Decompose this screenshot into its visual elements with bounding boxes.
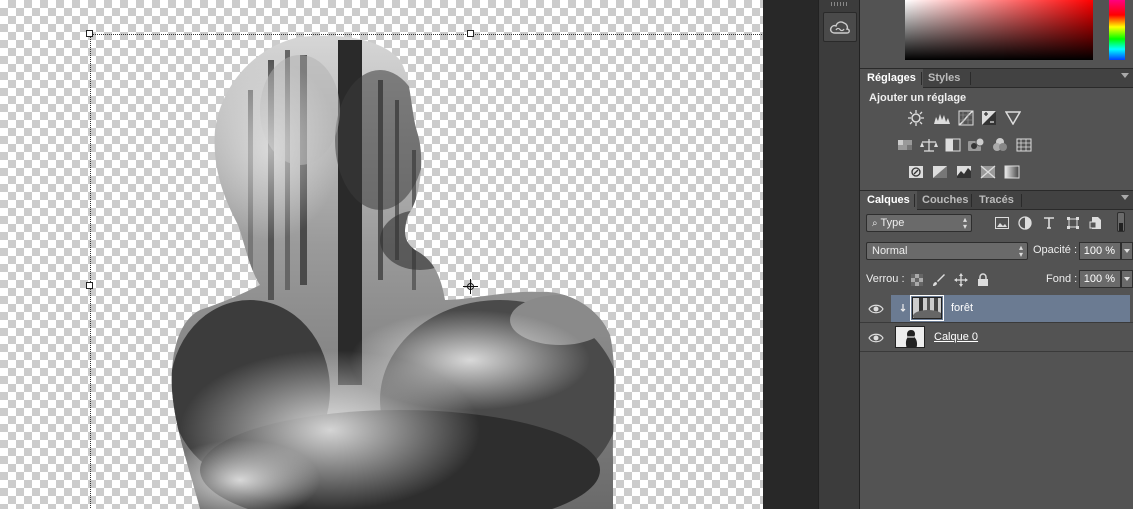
filter-smart-objects-icon[interactable] <box>1088 215 1104 231</box>
layers-tabbar: Calques Couches Tracés <box>860 190 1133 210</box>
layer-name-calque-0[interactable]: Calque 0 <box>934 331 978 343</box>
lock-label: Verrou : <box>866 273 905 285</box>
clipping-mask-arrow-icon <box>900 304 906 312</box>
filter-shape-layers-icon[interactable] <box>1065 215 1081 231</box>
channel-mixer-icon[interactable] <box>991 137 1009 153</box>
layer-body-foret[interactable]: forêt <box>891 295 1130 322</box>
tab-reglages[interactable]: Réglages <box>860 69 923 88</box>
layers-panel-menu-icon[interactable] <box>1121 195 1129 200</box>
threshold-icon[interactable] <box>955 164 973 180</box>
transform-bounding-left <box>90 34 91 509</box>
transform-handle-top-center[interactable] <box>467 30 474 37</box>
lock-all-icon[interactable] <box>975 272 991 288</box>
select-arrows-icon: ▴ ▾ <box>962 215 967 231</box>
dock-grip[interactable] <box>831 2 849 6</box>
right-panels: Réglages Styles Ajouter un réglage Calqu… <box>860 0 1133 509</box>
brightness-contrast-icon[interactable] <box>907 110 925 126</box>
filter-pixel-layers-icon[interactable] <box>994 215 1010 231</box>
visibility-eye-icon[interactable] <box>868 301 884 317</box>
transform-handle-middle-left[interactable] <box>86 282 93 289</box>
canvas-pasteboard <box>763 0 818 509</box>
transform-handle-top-left[interactable] <box>86 30 93 37</box>
opacity-input[interactable]: 100 % <box>1079 242 1121 260</box>
layer-filter-kind-select[interactable]: ⌕ Type ▴ ▾ <box>866 214 972 232</box>
fill-input[interactable]: 100 % <box>1079 270 1121 288</box>
layers-empty-area <box>860 352 1133 509</box>
color-balance-icon[interactable] <box>920 137 938 153</box>
transform-reference-point-icon[interactable] <box>463 279 478 294</box>
layer-row-foret[interactable]: forêt <box>860 295 1133 323</box>
adjustments-tabbar: Réglages Styles <box>860 68 1133 88</box>
levels-icon[interactable] <box>933 110 951 126</box>
vibrance-icon[interactable] <box>1004 110 1022 126</box>
layer-thumbnail-calque-0 <box>895 326 925 348</box>
fill-dropdown-icon[interactable] <box>1121 270 1133 288</box>
blend-mode-value: Normal <box>872 245 908 257</box>
tab-calques[interactable]: Calques <box>860 191 917 210</box>
lock-image-pixels-icon[interactable] <box>931 272 947 288</box>
hue-saturation-icon[interactable] <box>896 137 914 153</box>
layer-row-calque-0[interactable]: Calque 0 <box>860 324 1133 352</box>
lock-position-icon[interactable] <box>953 272 969 288</box>
panel-dock-strip <box>818 0 860 509</box>
exposure-icon[interactable] <box>980 110 998 126</box>
selective-color-icon[interactable] <box>979 164 997 180</box>
filter-adjustment-layers-icon[interactable] <box>1017 215 1033 231</box>
gradient-map-icon[interactable] <box>1003 164 1021 180</box>
layer-name-foret[interactable]: forêt <box>951 302 973 314</box>
color-panel <box>860 0 1133 66</box>
transform-bounding-top <box>90 34 763 35</box>
posterize-icon[interactable] <box>931 164 949 180</box>
photo-filter-icon[interactable] <box>967 137 985 153</box>
filter-toggle-switch[interactable] <box>1117 212 1125 232</box>
color-lookup-icon[interactable] <box>1015 137 1033 153</box>
visibility-eye-icon[interactable] <box>868 330 884 346</box>
black-white-icon[interactable] <box>944 137 962 153</box>
select-arrows-icon: ▴ ▾ <box>1018 243 1023 259</box>
opacity-label: Opacité : <box>1033 244 1078 256</box>
tab-couches[interactable]: Couches <box>915 191 975 210</box>
opacity-dropdown-icon[interactable] <box>1121 242 1133 260</box>
tab-traces[interactable]: Tracés <box>972 191 1021 210</box>
document-canvas[interactable] <box>0 0 763 509</box>
hue-slider[interactable] <box>1109 0 1125 60</box>
adjustments-title: Ajouter un réglage <box>869 92 967 104</box>
filter-type-layers-icon[interactable] <box>1041 215 1057 231</box>
blend-mode-select[interactable]: Normal ▴ ▾ <box>866 242 1028 260</box>
fill-label: Fond : <box>1046 273 1078 285</box>
layer-body-calque-0[interactable]: Calque 0 <box>891 324 1130 351</box>
creative-cloud-libraries-button[interactable] <box>823 12 857 42</box>
creative-cloud-icon <box>829 21 850 34</box>
lock-transparent-pixels-icon[interactable] <box>909 272 925 288</box>
layer-filter-kind-value: Type <box>880 217 905 229</box>
curves-icon[interactable] <box>957 110 975 126</box>
search-icon: ⌕ <box>872 218 878 229</box>
invert-icon[interactable] <box>907 164 925 180</box>
tab-styles[interactable]: Styles <box>921 69 967 88</box>
double-exposure-artwork <box>171 35 615 509</box>
color-field[interactable] <box>905 0 1093 60</box>
layer-selected-frame <box>910 295 944 321</box>
adjustments-panel-menu-icon[interactable] <box>1121 73 1129 78</box>
